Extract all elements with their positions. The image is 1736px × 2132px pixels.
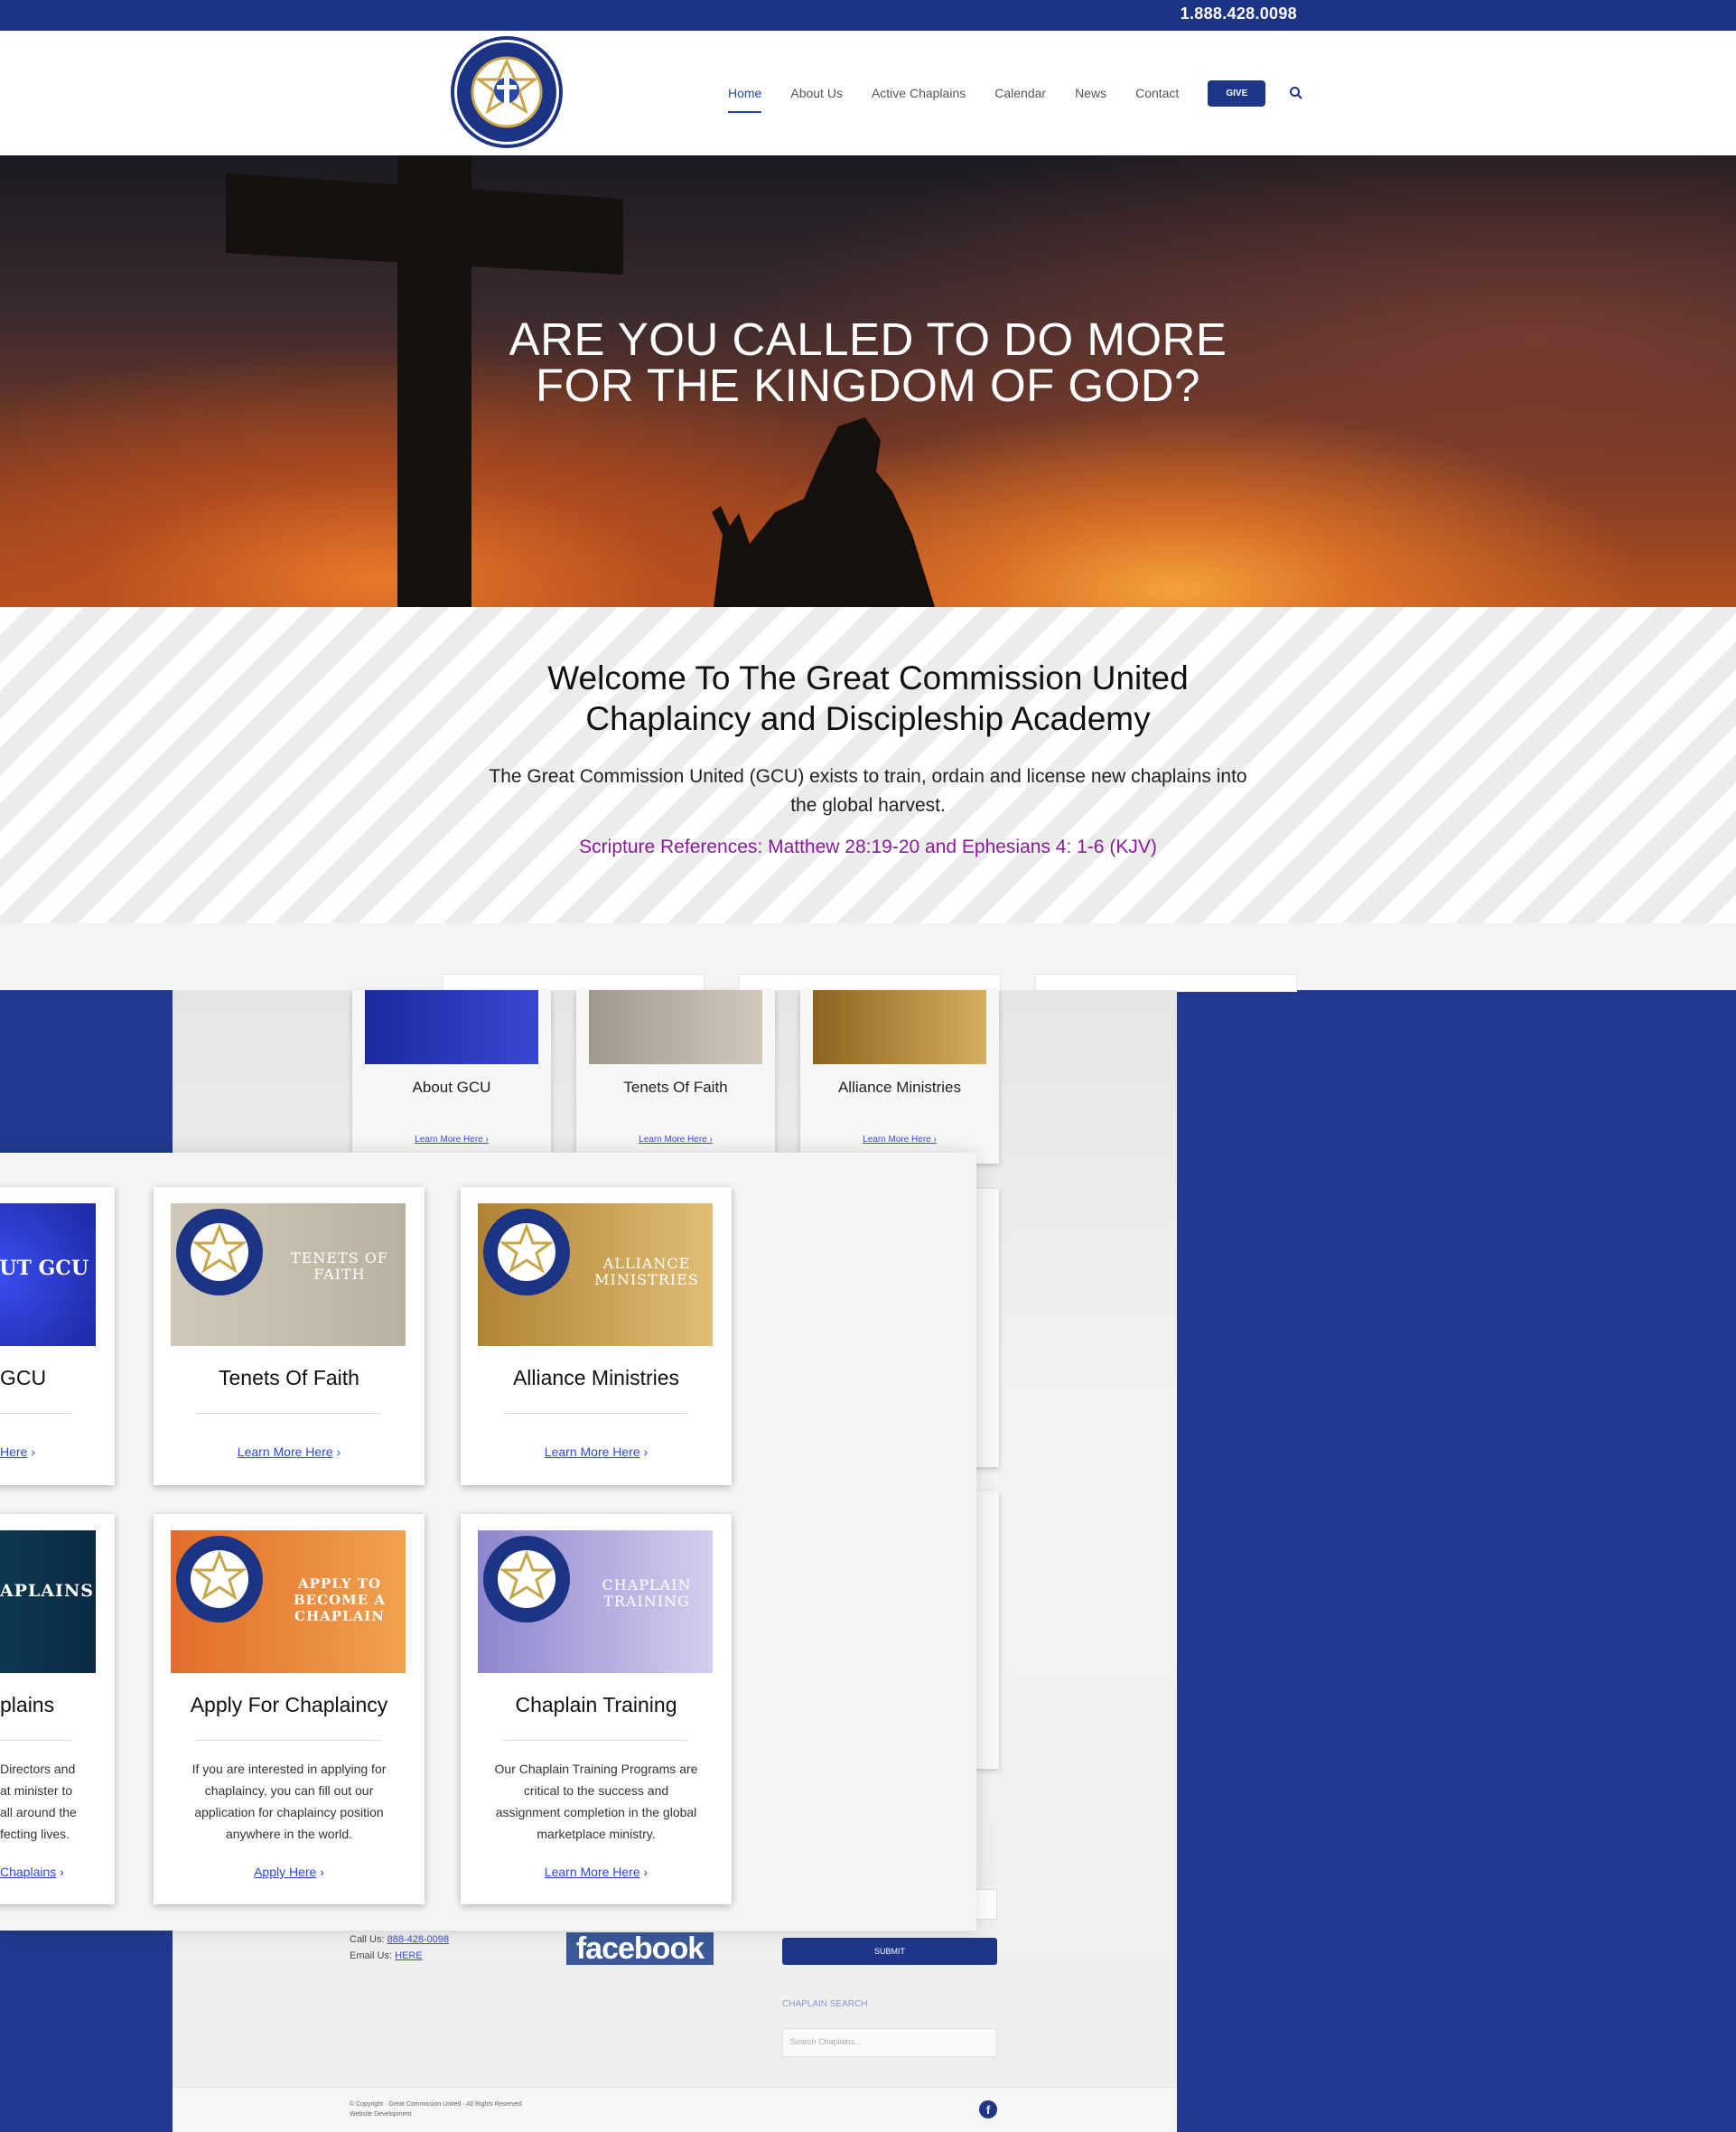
top-bar: 1.888.428.0098 bbox=[0, 0, 1736, 31]
nav-about-us[interactable]: About Us bbox=[776, 86, 857, 100]
chaplain-search-label: CHAPLAIN SEARCH bbox=[782, 1999, 868, 2009]
divider bbox=[195, 1413, 381, 1414]
learn-more-link[interactable]: Learn More Here › bbox=[154, 1445, 425, 1459]
banner-text: ABOUT GCU bbox=[0, 1257, 89, 1280]
hero-banner: ARE YOU CALLED TO DO MORE FOR THE KINGDO… bbox=[0, 155, 1736, 607]
card-banner-image bbox=[365, 990, 538, 1064]
card-title: Tenets Of Faith bbox=[623, 1079, 728, 1096]
divider bbox=[502, 1413, 688, 1414]
welcome-section: Welcome To The Great Commission United C… bbox=[0, 607, 1736, 923]
search-icon[interactable] bbox=[1289, 86, 1303, 100]
learn-more-link[interactable]: Learn More Here › bbox=[800, 1135, 999, 1145]
card-title: Alliance Ministries bbox=[837, 1079, 962, 1096]
divider bbox=[0, 1413, 71, 1414]
apply-here-link[interactable]: Apply Here › bbox=[154, 1865, 425, 1879]
card-about-gcu[interactable]: ABOUT GCU GCU Here › bbox=[0, 1187, 115, 1485]
hero-heading: ARE YOU CALLED TO DO MORE FOR THE KINGDO… bbox=[509, 313, 1227, 411]
nav-home[interactable]: Home bbox=[714, 86, 776, 113]
welcome-lead: The Great Commission United (GCU) exists… bbox=[489, 766, 1247, 816]
strip-card bbox=[443, 974, 705, 992]
nav-news[interactable]: News bbox=[1060, 86, 1121, 100]
card-alliance-ministries[interactable]: ALLIANCE MINISTRIES Alliance Ministries … bbox=[461, 1187, 732, 1485]
give-button[interactable]: GIVE bbox=[1208, 79, 1266, 107]
learn-more-link[interactable]: Learn More Here › bbox=[576, 1135, 775, 1145]
learn-more-link[interactable]: Learn More Here › bbox=[352, 1135, 551, 1145]
email-link[interactable]: HERE bbox=[395, 1950, 423, 1961]
card-banner-image: APPLY TO BECOME A CHAPLAIN bbox=[171, 1530, 406, 1673]
card-banner-image: ALLIANCE MINISTRIES bbox=[478, 1203, 713, 1346]
card-banner-image: CHAPLAIN TRAINING bbox=[478, 1530, 713, 1673]
learn-more-link[interactable]: Learn More Here › bbox=[461, 1865, 732, 1879]
card-chaplain-training[interactable]: CHAPLAIN TRAINING Chaplain Training Our … bbox=[461, 1514, 732, 1904]
banner-text: APPLY TO BECOME A CHAPLAIN bbox=[293, 1576, 386, 1624]
strip-card bbox=[1035, 974, 1297, 992]
card-description: If you are interested in applying for cha… bbox=[191, 1762, 387, 1841]
chaplain-search-input[interactable]: Search Chaplains... bbox=[782, 2028, 997, 2057]
banner-text: TENETS OF FAITH bbox=[291, 1249, 388, 1283]
card-active-chaplains[interactable]: ACTIVE CHAPLAINS plains Directors andat … bbox=[0, 1514, 115, 1904]
strip-card bbox=[739, 974, 1001, 992]
banner-text: CHAPLAIN TRAINING bbox=[602, 1576, 692, 1610]
footer-bar bbox=[173, 2087, 1177, 2132]
card-title: About GCU bbox=[412, 1079, 491, 1096]
bg-card-alliance[interactable]: Alliance Ministries Learn More Here › bbox=[800, 990, 999, 1164]
card-apply-for-chaplaincy[interactable]: APPLY TO BECOME A CHAPLAIN Apply For Cha… bbox=[154, 1514, 425, 1904]
nav-calendar[interactable]: Calendar bbox=[980, 86, 1060, 100]
nav-active-chaplains[interactable]: Active Chaplains bbox=[857, 86, 980, 100]
gcu-seal-icon bbox=[176, 1536, 263, 1622]
zoomed-card-panel: ABOUT GCU GCU Here › TENETS OF FAITH Ten… bbox=[0, 1153, 976, 1931]
site-header: Home About Us Active Chaplains Calendar … bbox=[0, 31, 1736, 155]
card-banner-image: TENETS OF FAITH bbox=[171, 1203, 406, 1346]
banner-text: ACTIVE CHAPLAINS bbox=[0, 1581, 94, 1601]
card-title: Alliance Ministries bbox=[512, 1366, 680, 1389]
card-banner-image bbox=[589, 990, 762, 1064]
divider bbox=[0, 1740, 71, 1741]
bg-card-tenets[interactable]: Tenets Of Faith Learn More Here › bbox=[576, 990, 775, 1164]
facebook-logo[interactable]: facebook bbox=[566, 1931, 714, 1966]
card-description: Our Chaplain Training Programs are critic… bbox=[494, 1762, 698, 1841]
divider bbox=[195, 1740, 381, 1741]
submit-button[interactable]: SUBMIT bbox=[782, 1938, 997, 1965]
divider bbox=[502, 1740, 688, 1741]
card-banner-image: ABOUT GCU bbox=[0, 1203, 96, 1346]
card-banner-image bbox=[813, 990, 986, 1064]
phone-number[interactable]: 1.888.428.0098 bbox=[1181, 5, 1297, 23]
bg-card-about-gcu[interactable]: About GCU Learn More Here › bbox=[352, 990, 551, 1164]
gcu-seal-icon bbox=[483, 1209, 570, 1295]
card-title: Tenets Of Faith bbox=[219, 1366, 359, 1389]
main-nav: Home About Us Active Chaplains Calendar … bbox=[714, 31, 1303, 155]
copyright-text: © Copyright · Great Commission United · … bbox=[350, 2101, 522, 2118]
gcu-seal-logo[interactable] bbox=[449, 34, 565, 150]
card-title: Apply For Chaplaincy bbox=[190, 1693, 388, 1716]
gcu-seal-icon bbox=[176, 1209, 263, 1295]
contact-info: Call Us: 888-428-0098 Email Us: HERE bbox=[350, 1934, 450, 1961]
welcome-title: Welcome To The Great Commission United C… bbox=[547, 659, 1189, 737]
banner-text: ALLIANCE MINISTRIES bbox=[594, 1255, 699, 1288]
phone-link[interactable]: 888-428-0098 bbox=[387, 1934, 450, 1945]
gcu-seal-icon bbox=[483, 1536, 570, 1622]
scripture-references: Scripture References: Matthew 28:19-20 a… bbox=[579, 837, 1157, 857]
learn-more-link[interactable]: Learn More Here › bbox=[461, 1445, 732, 1459]
facebook-icon[interactable]: f bbox=[979, 2100, 997, 2118]
nav-contact[interactable]: Contact bbox=[1121, 86, 1193, 100]
card-banner-image: ACTIVE CHAPLAINS bbox=[0, 1530, 96, 1673]
card-title: Chaplain Training bbox=[515, 1693, 677, 1716]
card-tenets-of-faith[interactable]: TENETS OF FAITH Tenets Of Faith Learn Mo… bbox=[154, 1187, 425, 1485]
